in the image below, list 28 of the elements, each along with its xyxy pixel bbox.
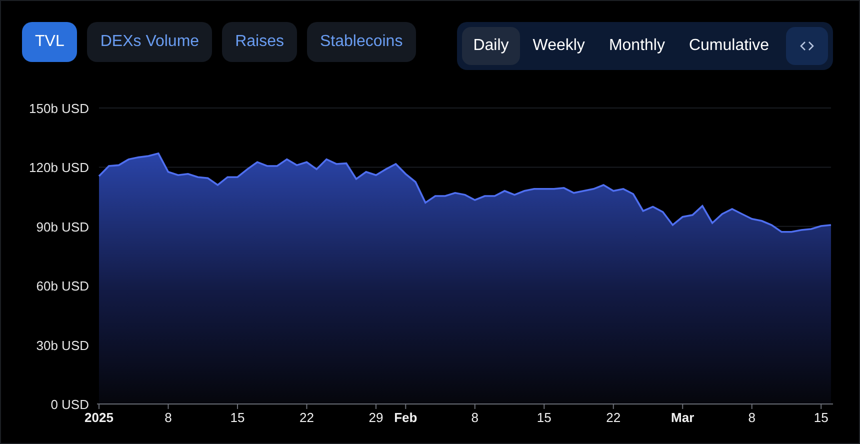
axis-label: 8 — [748, 410, 756, 425]
axis-label: 15 — [536, 410, 552, 425]
axis-label: 120b USD — [29, 160, 89, 176]
axis-label: Mar — [671, 410, 694, 425]
axis-label: Feb — [394, 410, 418, 425]
metric-tab[interactable]: Raises — [222, 22, 297, 62]
axis-label: 30b USD — [36, 338, 89, 353]
period-tab[interactable]: Weekly — [522, 27, 596, 65]
axis-label: 29 — [368, 410, 384, 425]
axis-label: 15 — [814, 410, 828, 425]
period-tab[interactable]: Daily — [462, 27, 520, 65]
metric-tab[interactable]: DEXs Volume — [87, 22, 212, 62]
metric-tab[interactable]: Stablecoins — [306, 22, 416, 62]
axis-label: 22 — [606, 410, 621, 425]
metric-tab[interactable]: TVL — [22, 22, 78, 62]
axis-label: 90b USD — [36, 219, 89, 234]
period-tab[interactable]: Cumulative — [678, 27, 780, 65]
axis-label: 22 — [300, 410, 314, 425]
code-icon — [800, 41, 814, 51]
axis-label: 8 — [164, 410, 172, 425]
axis-label: 2025 — [84, 410, 114, 425]
period-tab[interactable]: Monthly — [598, 27, 676, 65]
axis-label: 8 — [471, 410, 478, 425]
axis-label: 150b USD — [29, 101, 89, 116]
axis-label: 0 USD — [50, 397, 89, 412]
axis-label: 15 — [230, 410, 245, 425]
embed-button[interactable] — [786, 27, 828, 65]
axis-label: 60b USD — [36, 278, 89, 294]
